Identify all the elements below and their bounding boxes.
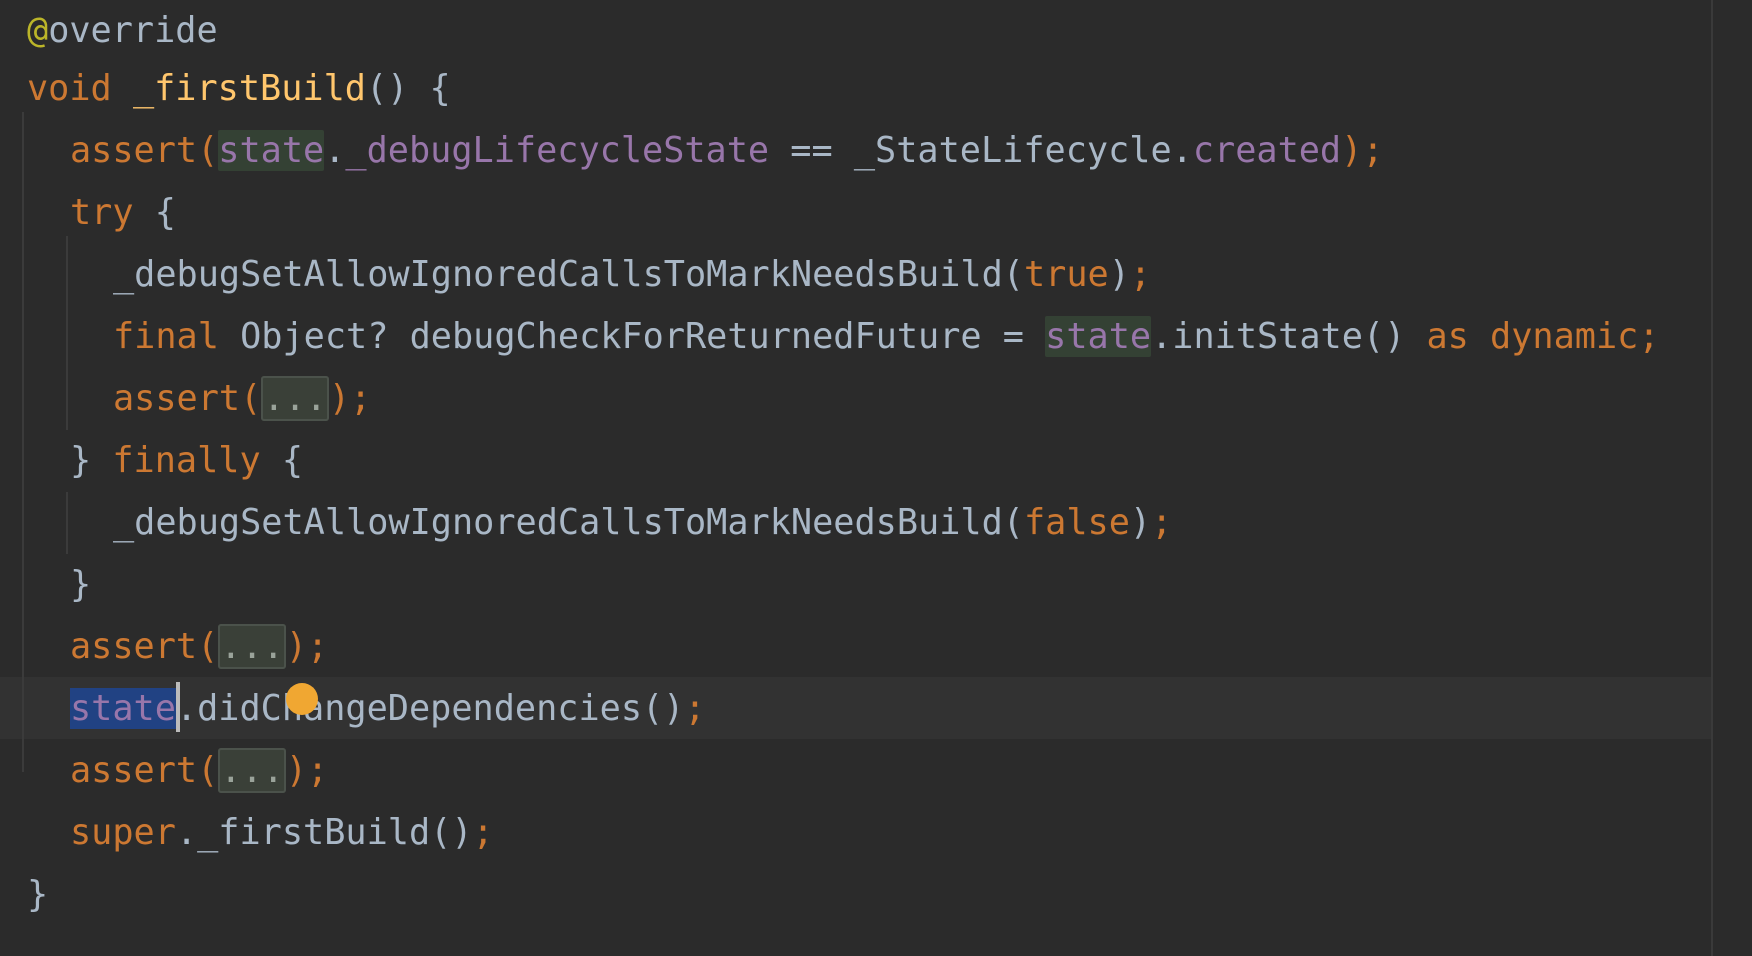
debug-call: _debugSetAllowIgnoredCallsToMarkNeedsBui…	[113, 502, 1024, 543]
paren-close: )	[1341, 130, 1363, 171]
keyword-void: void	[27, 68, 112, 109]
code-editor[interactable]: @override void _firstBuild() { assert(st…	[0, 0, 1752, 956]
semicolon: ;	[1151, 502, 1173, 543]
lightbulb-icon[interactable]	[286, 683, 318, 715]
code-line-11[interactable]: assert(...);	[70, 616, 328, 678]
keyword-true: true	[1023, 254, 1109, 295]
keyword-false: false	[1023, 502, 1130, 543]
super-first-build-call: ._firstBuild()	[175, 812, 473, 853]
code-line-4[interactable]: try {	[70, 182, 176, 244]
paren-close: )	[1108, 254, 1130, 295]
variable-declaration: Object? debugCheckForReturnedFuture =	[218, 316, 1046, 357]
paren-open: (	[240, 378, 262, 419]
closing-brace: }	[70, 440, 113, 481]
annotation-at: @	[27, 10, 49, 51]
keyword-super: super	[70, 812, 176, 853]
field-debug-lifecycle-state: _debugLifecycleState	[345, 130, 770, 171]
annotation-name: override	[48, 10, 218, 51]
folded-code-region[interactable]: ...	[261, 376, 329, 421]
semicolon: ;	[307, 626, 329, 667]
method-name: _firstBuild	[132, 68, 366, 109]
code-line-3[interactable]: assert(state._debugLifecycleState == _St…	[70, 120, 1384, 182]
comparison-expression: == _StateLifecycle.	[769, 130, 1193, 171]
closing-brace: }	[70, 564, 92, 605]
keyword-finally: finally	[112, 440, 261, 481]
dot: .	[324, 130, 346, 171]
code-line-7[interactable]: assert(...);	[113, 368, 371, 430]
code-line-13[interactable]: assert(...);	[70, 740, 328, 802]
method-signature-rest: () {	[365, 68, 451, 109]
code-line-10[interactable]: }	[70, 554, 91, 616]
semicolon: ;	[1129, 254, 1152, 295]
keyword-as: as	[1426, 316, 1469, 357]
paren-close: )	[328, 378, 351, 419]
keyword-assert: assert	[70, 626, 198, 667]
folded-code-region[interactable]: ...	[218, 748, 286, 793]
code-line-2[interactable]: void _firstBuild() {	[27, 58, 451, 120]
closing-brace: }	[27, 874, 49, 915]
code-line-8[interactable]: } finally {	[70, 430, 303, 492]
state-reference-highlighted: state	[1045, 316, 1152, 357]
state-reference-highlighted: state	[218, 130, 325, 171]
paren-close: )	[285, 626, 308, 667]
paren-close: )	[285, 750, 308, 791]
semicolon: ;	[472, 812, 494, 853]
keyword-try: try	[70, 192, 134, 233]
code-line-14[interactable]: super._firstBuild();	[70, 802, 494, 864]
text-caret	[175, 682, 180, 732]
semicolon: ;	[350, 378, 372, 419]
folded-code-region[interactable]: ...	[218, 624, 286, 669]
finally-brace: {	[260, 440, 304, 481]
semicolon: ;	[684, 688, 706, 729]
code-line-1[interactable]: @override	[27, 0, 218, 62]
indent-guide	[22, 112, 24, 772]
code-line-6[interactable]: final Object? debugCheckForReturnedFutur…	[113, 306, 1660, 368]
field-created: created	[1192, 130, 1342, 171]
selected-state-text: state	[70, 688, 176, 729]
try-brace: {	[133, 192, 176, 233]
debug-call: _debugSetAllowIgnoredCallsToMarkNeedsBui…	[113, 254, 1024, 295]
semicolon: ;	[1638, 316, 1660, 357]
code-line-12[interactable]: state.didChangeDependencies();	[70, 678, 706, 740]
semicolon: ;	[307, 750, 329, 791]
indent-guide	[66, 492, 68, 554]
keyword-assert: assert	[113, 378, 241, 419]
keyword-dynamic: dynamic	[1490, 316, 1639, 357]
paren-close: )	[1129, 502, 1152, 543]
semicolon: ;	[1362, 130, 1384, 171]
code-line-5[interactable]: _debugSetAllowIgnoredCallsToMarkNeedsBui…	[113, 244, 1151, 306]
init-state-call: .initState()	[1151, 316, 1427, 357]
keyword-assert: assert	[70, 130, 198, 171]
paren-open: (	[197, 750, 219, 791]
keyword-assert: assert	[70, 750, 198, 791]
code-line-15[interactable]: }	[27, 864, 48, 926]
indent-guide	[66, 236, 68, 430]
paren-open: (	[197, 130, 219, 171]
paren-open: (	[197, 626, 219, 667]
did-change-dependencies-call: .didChangeDependencies()	[175, 688, 685, 729]
code-line-9[interactable]: _debugSetAllowIgnoredCallsToMarkNeedsBui…	[113, 492, 1172, 554]
keyword-final: final	[113, 316, 219, 357]
right-margin-guide	[1711, 0, 1713, 956]
